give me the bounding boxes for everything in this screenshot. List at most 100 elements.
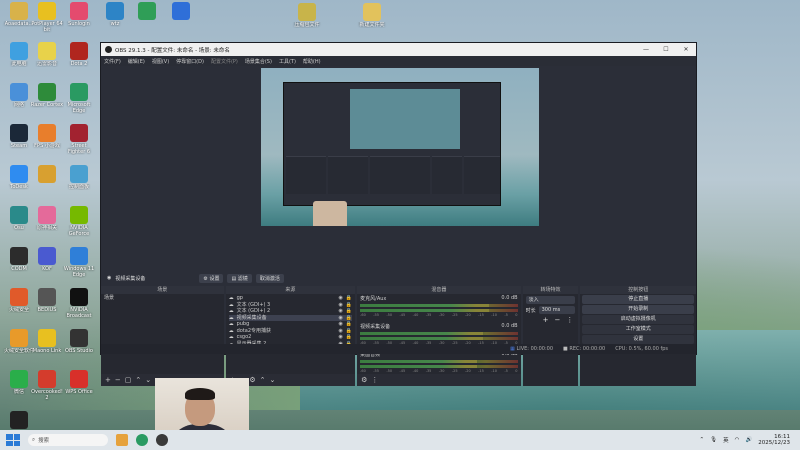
menu-tools[interactable]: 工具(T) [279,58,296,65]
app-icon [138,2,156,20]
menu-view[interactable]: 视图(V) [152,58,169,65]
source-filters-button[interactable]: ▤ 滤镜 [227,273,252,283]
app-icon [10,288,28,306]
desktop-icon[interactable]: NVIDIA GeForce [62,206,96,237]
edge-icon[interactable] [136,434,148,446]
start-button[interactable] [6,434,20,446]
app-icon [10,411,28,429]
mixer-channel-db: 0.0 dB [501,295,518,301]
mixer-channel-header: 视频采集设备 0.0 dB [360,323,517,330]
start-virtual-camera-button[interactable]: 启动虚拟摄像机 [582,315,694,324]
wifi-icon[interactable]: ◠ [735,437,740,443]
source-properties-icon[interactable]: ⚙ [249,376,255,384]
microphone-icon[interactable]: 🎙 [710,437,717,443]
start-recording-button[interactable]: 开始录制 [582,305,694,314]
mixer-menu-icon[interactable]: ⋮ [371,376,378,384]
source-settings-button[interactable]: ⚙ 设置 [199,273,224,283]
scenes-dock: 场景 场景 + − ▢ ⌃ ⌄ [101,286,224,386]
clock[interactable]: 16:11 2025/12/23 [758,434,790,446]
desktop-icon[interactable]: Street Fighter 6 [62,124,96,155]
menu-scene-collection[interactable]: 场景集合(S) [245,58,272,65]
desktop-icon[interactable]: BEDIUS [30,288,64,313]
desktop-icon[interactable]: FPS 小游戏 [30,124,64,149]
cpu-fps: CPU: 0.5%, 60.00 fps [615,346,668,352]
close-icon[interactable]: ✕ [676,46,696,53]
desktop-icon[interactable]: Maono Link [30,329,64,354]
app-icon [38,2,56,20]
desktop-icon[interactable]: KOF [30,247,64,272]
desktop-icon[interactable]: OBS Studio [62,329,96,354]
move-down-icon[interactable]: ⌄ [269,376,275,384]
app-icon [70,206,88,224]
language-indicator[interactable]: 英 [723,436,729,444]
desktop-icon[interactable]: WPS Office [62,370,96,395]
desktop-icon[interactable] [130,2,164,21]
menu-file[interactable]: 文件(F) [104,58,121,65]
desktop-icon[interactable]: NVIDIA Broadcast [62,288,96,319]
app-icon [70,329,88,347]
desktop-icon[interactable]: Sunlogin [62,2,96,27]
minimize-icon[interactable]: — [636,46,656,53]
mixer-footer: ⚙ ⋮ [357,374,521,386]
stop-streaming-button[interactable]: 停止直播 [582,295,694,304]
desktop-icon[interactable]: 原神相关 [30,206,64,231]
mixer-settings-icon[interactable]: ⚙ [361,376,367,384]
remove-transition-button[interactable]: − [554,316,560,324]
obs-taskbar-icon[interactable] [156,434,168,446]
desktop-icon[interactable]: Razer Cortex [30,83,64,108]
app-icon [38,288,56,306]
mixer-header: 混音器 [357,286,521,294]
transition-type[interactable]: 淡入 [525,296,576,304]
transition-menu-icon[interactable]: ⋮ [566,316,573,324]
desktop-icon[interactable]: Dota 2 [62,42,96,67]
desktop-icon[interactable]: 控制面板 [62,165,96,190]
app-icon [10,165,28,183]
desktop-icon[interactable]: Microsoft Edge [62,83,96,114]
preview-canvas[interactable] [261,68,539,226]
menu-docks[interactable]: 停靠窗口(D) [176,58,204,65]
menu-profile[interactable]: 配置文件(P) [211,58,238,65]
desktop-icon-label: NVIDIA GeForce [68,225,90,237]
transition-buttons: + − ⋮ [523,316,579,324]
desktop-icon[interactable]: 迅雷影音 [30,42,64,67]
desktop-icon[interactable] [164,2,198,21]
controls-header: 控制按钮 [580,286,696,294]
mixer-channel-db: 0.0 dB [501,323,518,329]
maximize-icon[interactable]: ☐ [656,46,676,53]
taskbar-search[interactable]: ⌕ 搜索 [28,434,108,446]
deactivate-button[interactable]: 取消激活 [255,273,284,283]
app-icon [38,329,56,347]
volume-icon[interactable]: 🔊 [745,437,752,443]
desktop-icon[interactable]: Windows 11 Edge [62,247,96,278]
desktop-icon[interactable] [30,165,64,184]
meter-tick: -10 [491,369,497,373]
desktop-icon[interactable]: Overcooked! 2 [30,370,64,401]
desktop-icon[interactable]: wtz [98,2,132,27]
mixer-channel-name: 视频采集设备 [360,324,391,330]
chevron-up-icon[interactable]: ⌃ [700,437,705,443]
desktop-icon[interactable]: PotPlayer 64 bit [30,2,64,33]
add-scene-button[interactable]: + [105,376,111,384]
file-explorer-icon[interactable] [116,434,128,446]
move-down-icon[interactable]: ⌄ [145,376,151,384]
desktop-icon-label: Razer Cortex [30,102,64,108]
move-up-icon[interactable]: ⌃ [260,376,266,384]
add-transition-button[interactable]: + [543,316,549,324]
scene-item[interactable]: 场景 [104,295,221,302]
volume-level [360,337,483,340]
duration-input[interactable]: 300 ms [538,306,576,314]
settings-button[interactable]: 设置 [582,335,694,344]
app-icon [106,2,124,20]
mixer-channel: 视频采集设备 0.0 dB -60 -55 -50 -45 -40 -35 -30 -25 -20-… [360,323,518,345]
scene-filters-icon[interactable]: ▢ [125,376,132,384]
studio-mode-button[interactable]: 工作室模式 [582,325,694,334]
menu-edit[interactable]: 编辑(E) [128,58,145,65]
remove-scene-button[interactable]: − [115,376,121,384]
transition-select[interactable]: 淡入 [525,296,576,304]
move-up-icon[interactable]: ⌃ [135,376,141,384]
desktop-icon-label: 原神相关 [36,225,57,231]
desktop-file-icon[interactable]: 新建文件夹 [355,3,389,28]
desktop-icon-label: Sunlogin [68,21,90,27]
menu-help[interactable]: 帮助(H) [303,58,321,65]
desktop-file-icon[interactable]: 压缩包文件 [290,3,324,28]
